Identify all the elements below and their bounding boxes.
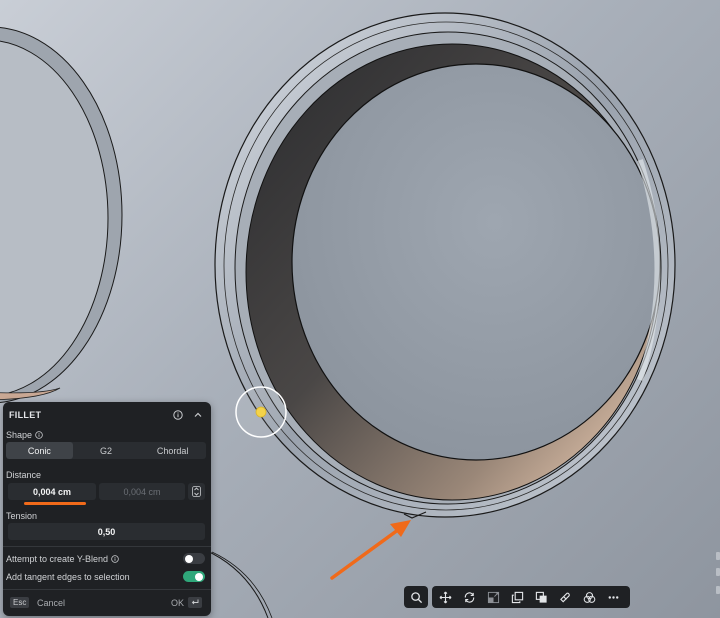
shape-option-conic[interactable]: Conic	[6, 442, 73, 459]
tangent-edges-label: Add tangent edges to selection	[6, 572, 130, 582]
shape-segmented-control: Conic G2 Chordal	[6, 442, 206, 459]
distance-label: Distance	[6, 470, 42, 480]
swap-distance-button[interactable]	[188, 483, 205, 500]
tension-input[interactable]: 0,50	[8, 523, 205, 540]
shape-option-g2[interactable]: G2	[73, 442, 140, 459]
tangent-edges-toggle[interactable]	[183, 571, 205, 582]
ok-button[interactable]: OK	[171, 598, 184, 608]
distance-input[interactable]: 0,004 cm	[8, 483, 96, 500]
scale-icon[interactable]	[481, 586, 505, 608]
divider	[3, 589, 211, 590]
esc-key-hint: Esc	[10, 597, 30, 608]
boolean-icon[interactable]	[529, 586, 553, 608]
panel-title: FILLET	[9, 410, 42, 420]
left-ring-model	[0, 27, 123, 403]
transform-toolbar	[432, 586, 630, 608]
search-icon[interactable]	[404, 586, 428, 608]
distance-highlight-underline	[24, 502, 86, 505]
edge-marker	[716, 552, 720, 560]
tension-label: Tension	[6, 511, 38, 521]
enter-key-icon	[188, 597, 202, 608]
rotate-icon[interactable]	[457, 586, 481, 608]
search-tool-group	[404, 586, 428, 608]
shape-label: Shape	[6, 430, 43, 440]
swap-icon	[192, 486, 201, 497]
copy-icon[interactable]	[505, 586, 529, 608]
divider	[3, 546, 211, 547]
edge-marker	[716, 586, 720, 594]
info-icon[interactable]	[173, 410, 183, 420]
info-icon	[110, 555, 119, 563]
move-icon[interactable]	[433, 586, 457, 608]
cancel-button[interactable]: Cancel	[37, 598, 65, 608]
y-blend-label: Attempt to create Y-Blend	[6, 554, 119, 564]
annotation-arrow	[330, 520, 411, 580]
eraser-icon[interactable]	[553, 586, 577, 608]
collapse-chevron-icon[interactable]	[193, 410, 203, 420]
y-blend-toggle[interactable]	[183, 553, 205, 564]
distance-input-secondary[interactable]: 0,004 cm	[99, 483, 185, 500]
combine-icon[interactable]	[577, 586, 601, 608]
edge-marker	[716, 568, 720, 576]
shape-option-chordal[interactable]: Chordal	[139, 442, 206, 459]
fillet-handle[interactable]	[235, 386, 287, 438]
info-icon	[34, 431, 43, 439]
panel-header: FILLET	[9, 408, 203, 422]
main-ring-model[interactable]	[214, 12, 676, 518]
more-icon[interactable]	[601, 586, 625, 608]
